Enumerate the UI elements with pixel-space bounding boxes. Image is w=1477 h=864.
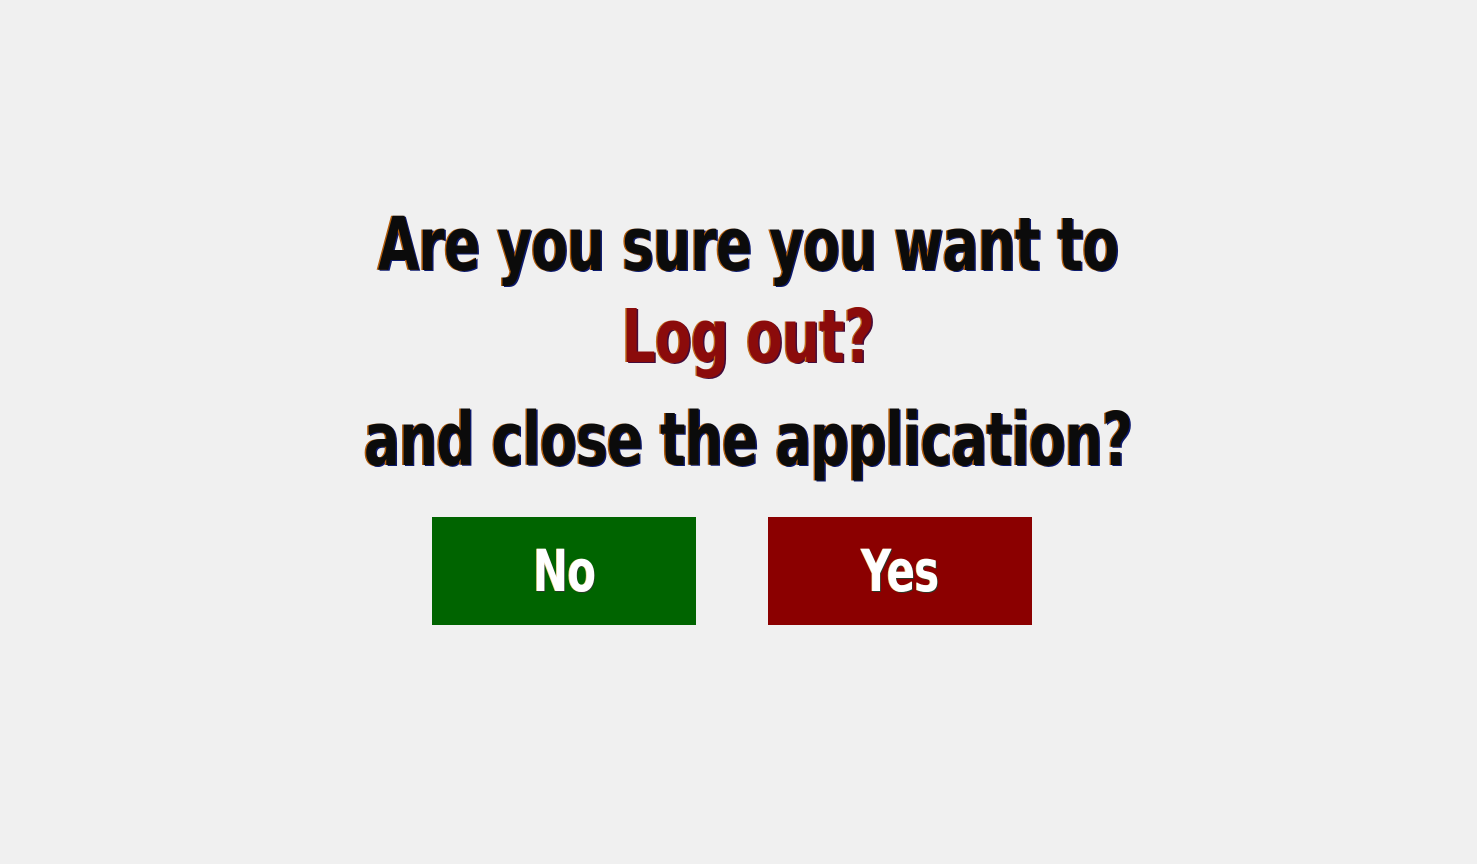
confirm-message-line-1: Are you sure you want to: [377, 202, 1118, 288]
yes-button[interactable]: Yes: [768, 517, 1032, 625]
yes-button-label: Yes: [861, 537, 939, 605]
confirm-message-action: Log out?: [621, 294, 874, 380]
logout-confirm-dialog: Are you sure you want to Log out? and cl…: [0, 0, 1477, 864]
no-button[interactable]: No: [432, 517, 696, 625]
no-button-label: No: [532, 537, 596, 605]
confirm-message-line-3: and close the application?: [363, 397, 1132, 483]
